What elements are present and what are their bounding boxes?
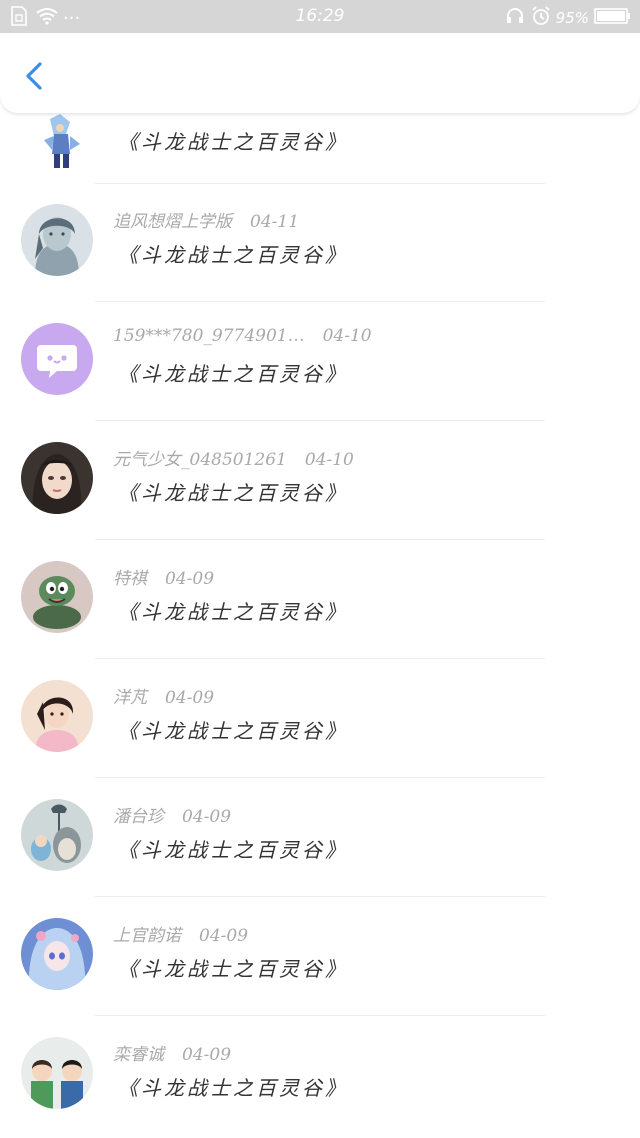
date: 04-10	[322, 326, 372, 346]
status-right: 95%	[505, 6, 632, 30]
date: 04-09	[199, 926, 249, 946]
item-title: 《斗龙战士之百灵谷》	[118, 243, 348, 267]
list-item[interactable]: 元气少女_048501261 04-10 《斗龙战士之百灵谷》	[0, 421, 640, 540]
alarm-icon	[531, 6, 551, 30]
avatar[interactable]	[21, 680, 93, 752]
user-name[interactable]: 追风想熠上学版	[113, 212, 232, 232]
item-title: 《斗龙战士之百灵谷》	[118, 838, 348, 862]
item-meta: 追风想熠上学版 04-11	[113, 207, 299, 232]
item-meta: 特祺 04-09	[113, 564, 214, 589]
list-item[interactable]: 特祺 04-09 《斗龙战士之百灵谷》	[0, 540, 640, 659]
user-name[interactable]: 洋芃	[113, 688, 147, 708]
date: 04-09	[165, 688, 215, 708]
item-title: 《斗龙战士之百灵谷》	[118, 130, 348, 154]
date: 04-09	[182, 807, 232, 827]
back-button[interactable]	[18, 58, 54, 94]
item-meta: 159***780_9774901… 04-10	[113, 326, 372, 346]
date: 04-09	[182, 1045, 232, 1065]
avatar[interactable]	[21, 561, 93, 633]
avatar[interactable]	[21, 204, 93, 276]
list-item[interactable]: 栾睿诚 04-09 《斗龙战士之百灵谷》	[0, 1016, 640, 1135]
item-meta: 上官韵诺 04-09	[113, 921, 248, 946]
user-name[interactable]: 栾睿诚	[113, 1045, 164, 1065]
avatar[interactable]	[21, 1037, 93, 1109]
list-item[interactable]: 洋芃 04-09 《斗龙战士之百灵谷》	[0, 659, 640, 778]
user-name[interactable]: 特祺	[113, 569, 147, 589]
chevron-left-icon	[26, 62, 42, 90]
user-name[interactable]: 元气少女_048501261	[113, 450, 287, 470]
item-title: 《斗龙战士之百灵谷》	[118, 1076, 348, 1100]
avatar[interactable]	[21, 799, 93, 871]
nav-bar	[0, 33, 640, 113]
message-list: 《斗龙战士之百灵谷》 追风想熠上学版 04-11 《斗龙战士之百灵谷》 159*…	[0, 0, 640, 1138]
item-title: 《斗龙战士之百灵谷》	[118, 600, 348, 624]
user-name[interactable]: 上官韵诺	[113, 926, 181, 946]
item-meta: 元气少女_048501261 04-10	[113, 445, 354, 470]
item-meta: 栾睿诚 04-09	[113, 1040, 231, 1065]
list-item[interactable]: 159***780_9774901… 04-10 《斗龙战士之百灵谷》	[0, 302, 640, 421]
headset-icon	[505, 6, 525, 30]
item-title: 《斗龙战士之百灵谷》	[118, 719, 348, 743]
chat-bubble-avatar[interactable]	[21, 323, 93, 395]
list-item[interactable]: 上官韵诺 04-09 《斗龙战士之百灵谷》	[0, 897, 640, 1016]
avatar[interactable]	[21, 918, 93, 990]
item-title: 《斗龙战士之百灵谷》	[118, 957, 348, 981]
date: 04-11	[250, 212, 300, 232]
user-name[interactable]: 潘台珍	[113, 807, 164, 827]
avatar[interactable]	[21, 442, 93, 514]
item-title: 《斗龙战士之百灵谷》	[118, 481, 348, 505]
date: 04-10	[304, 450, 354, 470]
list-item[interactable]: 追风想熠上学版 04-11 《斗龙战士之百灵谷》	[0, 183, 640, 302]
battery-icon	[594, 7, 632, 29]
item-title: 《斗龙战士之百灵谷》	[118, 362, 348, 386]
battery-percent: 95%	[555, 9, 589, 27]
user-name[interactable]: 159***780_9774901…	[113, 326, 305, 346]
item-meta: 潘台珍 04-09	[113, 802, 231, 827]
status-bar: ··· 16:29 95%	[0, 0, 640, 33]
avatar[interactable]	[30, 114, 88, 172]
date: 04-09	[165, 569, 215, 589]
list-item[interactable]: 潘台珍 04-09 《斗龙战士之百灵谷》	[0, 778, 640, 897]
item-meta: 洋芃 04-09	[113, 683, 214, 708]
